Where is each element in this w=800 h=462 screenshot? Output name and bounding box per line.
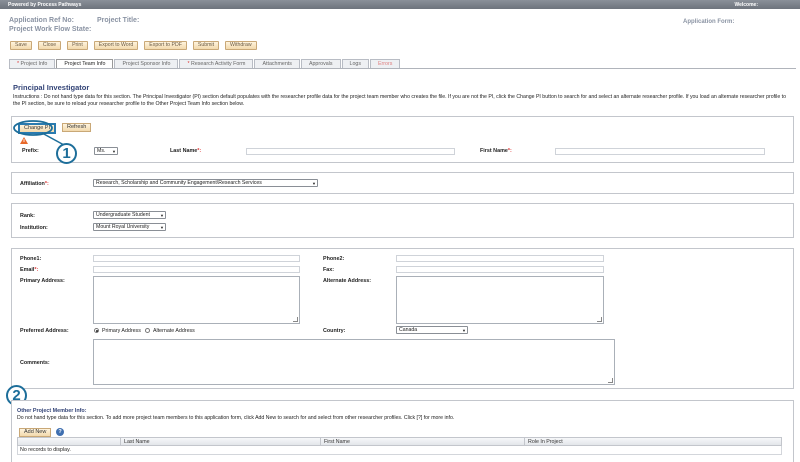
phone2-label: Phone2: (323, 256, 345, 262)
phone2-input[interactable] (396, 255, 604, 262)
column-header-first-name[interactable]: First Name (324, 439, 350, 445)
chevron-down-icon: ▼ (462, 328, 466, 333)
print-button[interactable]: Print (67, 41, 88, 50)
tab-divider (9, 68, 796, 69)
affiliation-select[interactable]: Research, Scholarship and Community Enga… (93, 179, 318, 187)
pi-instructions: Instructions : Do not hand type data for… (13, 94, 786, 107)
export-pdf-button[interactable]: Export to PDF (144, 41, 187, 50)
phone1-label: Phone1: (20, 256, 42, 262)
members-table-header: Last Name First Name Role In Project (17, 437, 782, 446)
primary-address-radio[interactable] (94, 328, 99, 333)
first-name-label: First Name*: (480, 148, 512, 154)
comments-textarea[interactable] (93, 339, 615, 385)
alternate-address-label: Alternate Address: (323, 278, 372, 284)
column-header-role[interactable]: Role In Project (528, 439, 563, 445)
members-table: Last Name First Name Role In Project No … (17, 437, 782, 455)
column-header-last-name[interactable]: Last Name (124, 439, 150, 445)
pi-name-panel (11, 116, 794, 163)
application-form-label: Application Form: (683, 19, 735, 25)
close-button[interactable]: Close (37, 41, 62, 50)
chevron-down-icon: ▼ (112, 149, 116, 154)
project-title-label: Project Title: (97, 17, 140, 24)
primary-address-textarea[interactable] (93, 276, 300, 324)
last-name-input[interactable] (246, 148, 455, 155)
powered-by-text: Powered by Process Pathways (8, 2, 82, 8)
institution-label: Institution: (20, 225, 48, 231)
toolbar: Save Close Print Export to Word Export t… (10, 41, 257, 50)
callout-1-badge: 1 (56, 143, 77, 164)
alternate-address-radio-label: Alternate Address (153, 328, 195, 334)
chevron-down-icon: ▼ (160, 213, 164, 218)
empty-table-row: No records to display. (17, 446, 782, 455)
save-button[interactable]: Save (10, 41, 32, 50)
welcome-text: Welcome: (734, 2, 758, 8)
primary-address-radio-label: Primary Address (102, 328, 141, 334)
alternate-address-radio[interactable] (145, 328, 150, 333)
other-members-title: Other Project Member Info: (17, 408, 87, 414)
fax-input[interactable] (396, 266, 604, 273)
help-icon[interactable]: ? (56, 428, 64, 436)
other-members-instructions: Do not hand type data for this section. … (17, 415, 455, 421)
email-input[interactable] (93, 266, 300, 273)
add-new-button[interactable]: Add New (19, 428, 52, 437)
prefix-select[interactable]: Ms. ▼ (94, 147, 118, 155)
export-word-button[interactable]: Export to Word (93, 41, 139, 50)
email-label: Email*: (20, 267, 39, 273)
affiliation-label: Affiliation*: (20, 181, 49, 187)
withdraw-button[interactable]: Withdraw (225, 41, 257, 50)
top-bar: Powered by Process Pathways Welcome: (0, 0, 800, 9)
submit-button[interactable]: Submit (192, 41, 220, 50)
institution-select[interactable]: Mount Royal University ▼ (93, 223, 166, 231)
rank-panel (11, 203, 794, 238)
phone1-input[interactable] (93, 255, 300, 262)
pi-section-title: Principal Investigator (13, 83, 90, 92)
callout-ring (13, 120, 65, 146)
country-label: Country: (323, 328, 346, 334)
chevron-down-icon: ▼ (312, 181, 316, 186)
rank-select[interactable]: Undergraduate Student ▼ (93, 211, 166, 219)
comments-label: Comments: (20, 360, 50, 366)
preferred-address-label: Preferred Address: (20, 328, 69, 334)
first-name-input[interactable] (555, 148, 765, 155)
workflow-state-label: Project Work Flow State: (9, 26, 92, 33)
last-name-label: Last Name*: (170, 148, 202, 154)
chevron-down-icon: ▼ (160, 225, 164, 230)
country-select[interactable]: Canada ▼ (396, 326, 468, 334)
application-ref-label: Application Ref No: (9, 17, 74, 24)
fax-label: Fax: (323, 267, 335, 273)
primary-address-label: Primary Address: (20, 278, 65, 284)
alternate-address-textarea[interactable] (396, 276, 604, 324)
rank-label: Rank: (20, 213, 35, 219)
